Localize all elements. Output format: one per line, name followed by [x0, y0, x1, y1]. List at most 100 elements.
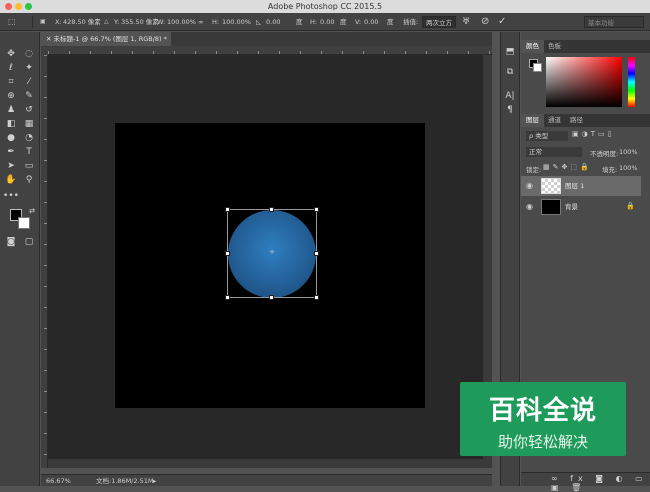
tab-swatches[interactable]: 色板 — [543, 40, 566, 53]
document-info[interactable]: 文档:1.86M/2.51M — [96, 475, 154, 487]
warp-icon[interactable]: ♅ — [462, 13, 470, 31]
status-menu-icon[interactable]: ▸ — [153, 475, 156, 487]
history-brush-icon[interactable]: ↺ — [21, 104, 37, 117]
kind-filter-select[interactable]: ρ 类型 — [526, 131, 568, 141]
color-picker-field[interactable] — [546, 57, 622, 107]
magic-wand-tool-icon[interactable]: ✦ — [21, 62, 37, 75]
vskew-label: V: — [355, 18, 362, 26]
transform-handle-top-left[interactable] — [225, 207, 230, 212]
opacity-field[interactable]: 100% — [619, 148, 638, 156]
layer-lock-icon: 🔒 — [626, 202, 635, 210]
pen-tool-icon[interactable]: ✒ — [3, 146, 19, 159]
lock-icons[interactable]: ▦✎✥⬚🔒 — [543, 163, 592, 171]
visibility-eye-icon[interactable]: ◉ — [526, 202, 533, 211]
paragraph-panel-icon[interactable]: ¶ — [502, 104, 518, 117]
path-select-tool-icon[interactable]: ➤ — [3, 160, 19, 173]
horizontal-scrollbar[interactable] — [48, 459, 483, 468]
transform-handle-bottom-right[interactable] — [314, 295, 319, 300]
document-tab-label: 未标题-1 @ 66.7% (图层 1, RGB/8) * — [53, 35, 167, 43]
eyedropper-tool-icon[interactable]: ⁄ — [21, 76, 37, 89]
visibility-eye-icon[interactable]: ◉ — [526, 181, 533, 190]
blur-tool-icon[interactable]: ● — [3, 132, 19, 145]
opacity-label: 不透明度: — [590, 150, 619, 158]
dodge-tool-icon[interactable]: ◔ — [21, 132, 37, 145]
w-label: W: — [157, 18, 166, 26]
horizontal-ruler[interactable] — [48, 46, 492, 55]
layers-panel-tabs: 图层 通道 路径 — [521, 114, 650, 127]
move-tool-icon[interactable]: ✥ — [3, 48, 19, 61]
hskew-label: H: — [310, 18, 318, 26]
y-field[interactable]: 355.50 像素 — [121, 13, 159, 31]
transform-center-icon[interactable]: ⌖ — [267, 247, 277, 259]
w-field[interactable]: 100.00% — [167, 13, 196, 31]
crop-tool-icon[interactable]: ⌗ — [3, 76, 19, 89]
transform-handle-right[interactable] — [314, 251, 319, 256]
transform-handle-left[interactable] — [225, 251, 230, 256]
lasso-tool-icon[interactable]: ℓ — [3, 62, 19, 75]
workspace-select[interactable]: 基本功能 — [584, 16, 644, 28]
h-field[interactable]: 100.00% — [222, 13, 251, 31]
close-window-button[interactable] — [5, 3, 12, 10]
vertical-ruler[interactable] — [41, 55, 48, 468]
title-bar: Adobe Photoshop CC 2015.5 — [0, 0, 650, 13]
transform-handle-bottom-left[interactable] — [225, 295, 230, 300]
gradient-tool-icon[interactable]: ▦ — [21, 118, 37, 131]
quick-mask-icon[interactable]: ◙ — [3, 236, 19, 249]
layer-name[interactable]: 图层 1 — [565, 176, 584, 196]
transform-handle-top-right[interactable] — [314, 207, 319, 212]
marquee-tool-icon[interactable]: ◌ — [21, 48, 37, 61]
zoom-level[interactable]: 66.67% — [46, 475, 71, 487]
reference-point-icon[interactable]: ▣ — [40, 13, 46, 31]
blend-mode-select[interactable]: 正常 — [526, 147, 582, 157]
document-tab[interactable]: ✕ 未标题-1 @ 66.7% (图层 1, RGB/8) * — [41, 32, 171, 46]
layer-row-background[interactable]: ◉ 背景 🔒 — [521, 197, 641, 217]
tab-layers[interactable]: 图层 — [521, 114, 544, 127]
watermark-subtitle: 助你轻松解决 — [497, 433, 588, 451]
tool-preset-icon[interactable]: ⬚ — [8, 13, 16, 31]
character-panel-icon[interactable]: A| — [502, 90, 518, 103]
link-icon[interactable]: ∞ — [198, 13, 203, 31]
commit-transform-icon[interactable]: ✓ — [498, 13, 506, 31]
vskew-field[interactable]: 0.00 — [364, 13, 378, 31]
minimize-window-button[interactable] — [15, 3, 22, 10]
cancel-transform-icon[interactable]: ⊘ — [481, 13, 489, 31]
tab-channels[interactable]: 通道 — [543, 114, 566, 127]
more-tools-icon[interactable]: ••• — [3, 190, 19, 203]
healing-tool-icon[interactable]: ⊕ — [3, 90, 19, 103]
screen-mode-icon[interactable]: ▢ — [21, 236, 37, 249]
angle-field[interactable]: 0.00 — [266, 13, 280, 31]
shape-tool-icon[interactable]: ▭ — [21, 160, 37, 173]
layer-row-layer1[interactable]: ◉ 图层 1 — [521, 176, 641, 196]
properties-panel-icon[interactable]: ⧉ — [502, 66, 518, 79]
zoom-window-button[interactable] — [25, 3, 32, 10]
stamp-tool-icon[interactable]: ♟ — [3, 104, 19, 117]
swap-colors-icon[interactable]: ⇄ — [24, 205, 40, 218]
h-label: H: — [212, 18, 220, 26]
fill-field[interactable]: 100% — [619, 164, 638, 172]
zoom-tool-icon[interactable]: ⚲ — [21, 174, 37, 187]
skew-unit: 度 — [387, 18, 394, 26]
hskew-field[interactable]: 0.00 — [320, 13, 334, 31]
transform-handle-top[interactable] — [269, 207, 274, 212]
ruler-origin[interactable] — [41, 46, 48, 55]
interpolation-select[interactable]: 两次立方 — [422, 16, 456, 28]
color-panel-background[interactable] — [533, 63, 542, 72]
hue-slider[interactable] — [628, 57, 635, 107]
delta-icon[interactable]: △ — [104, 13, 109, 31]
eraser-tool-icon[interactable]: ◧ — [3, 118, 19, 131]
brush-tool-icon[interactable]: ✎ — [21, 90, 37, 103]
tab-close-icon[interactable]: ✕ — [46, 35, 54, 43]
history-panel-icon[interactable]: ⬒ — [502, 46, 518, 59]
layer-name[interactable]: 背景 — [565, 197, 578, 217]
background-color-swatch[interactable] — [18, 217, 30, 229]
type-tool-icon[interactable]: T — [21, 146, 37, 159]
tab-paths[interactable]: 路径 — [565, 114, 588, 127]
options-bar: ⬚ ▣ X: 428.50 像素 △ Y: 355.50 像素 W: 100.0… — [0, 13, 650, 31]
x-field[interactable]: 428.50 像素 — [63, 13, 101, 31]
hand-tool-icon[interactable]: ✋ — [3, 174, 19, 187]
tab-color[interactable]: 颜色 — [521, 40, 544, 53]
layer-action-icons[interactable]: ∞ fx ◙ ◐ ▭ ▣ 🗑 — [551, 474, 650, 492]
layer-filter-icons[interactable]: ▣◑T▭▯ — [572, 130, 614, 138]
layer-thumbnail — [541, 178, 561, 194]
transform-handle-bottom[interactable] — [269, 295, 274, 300]
